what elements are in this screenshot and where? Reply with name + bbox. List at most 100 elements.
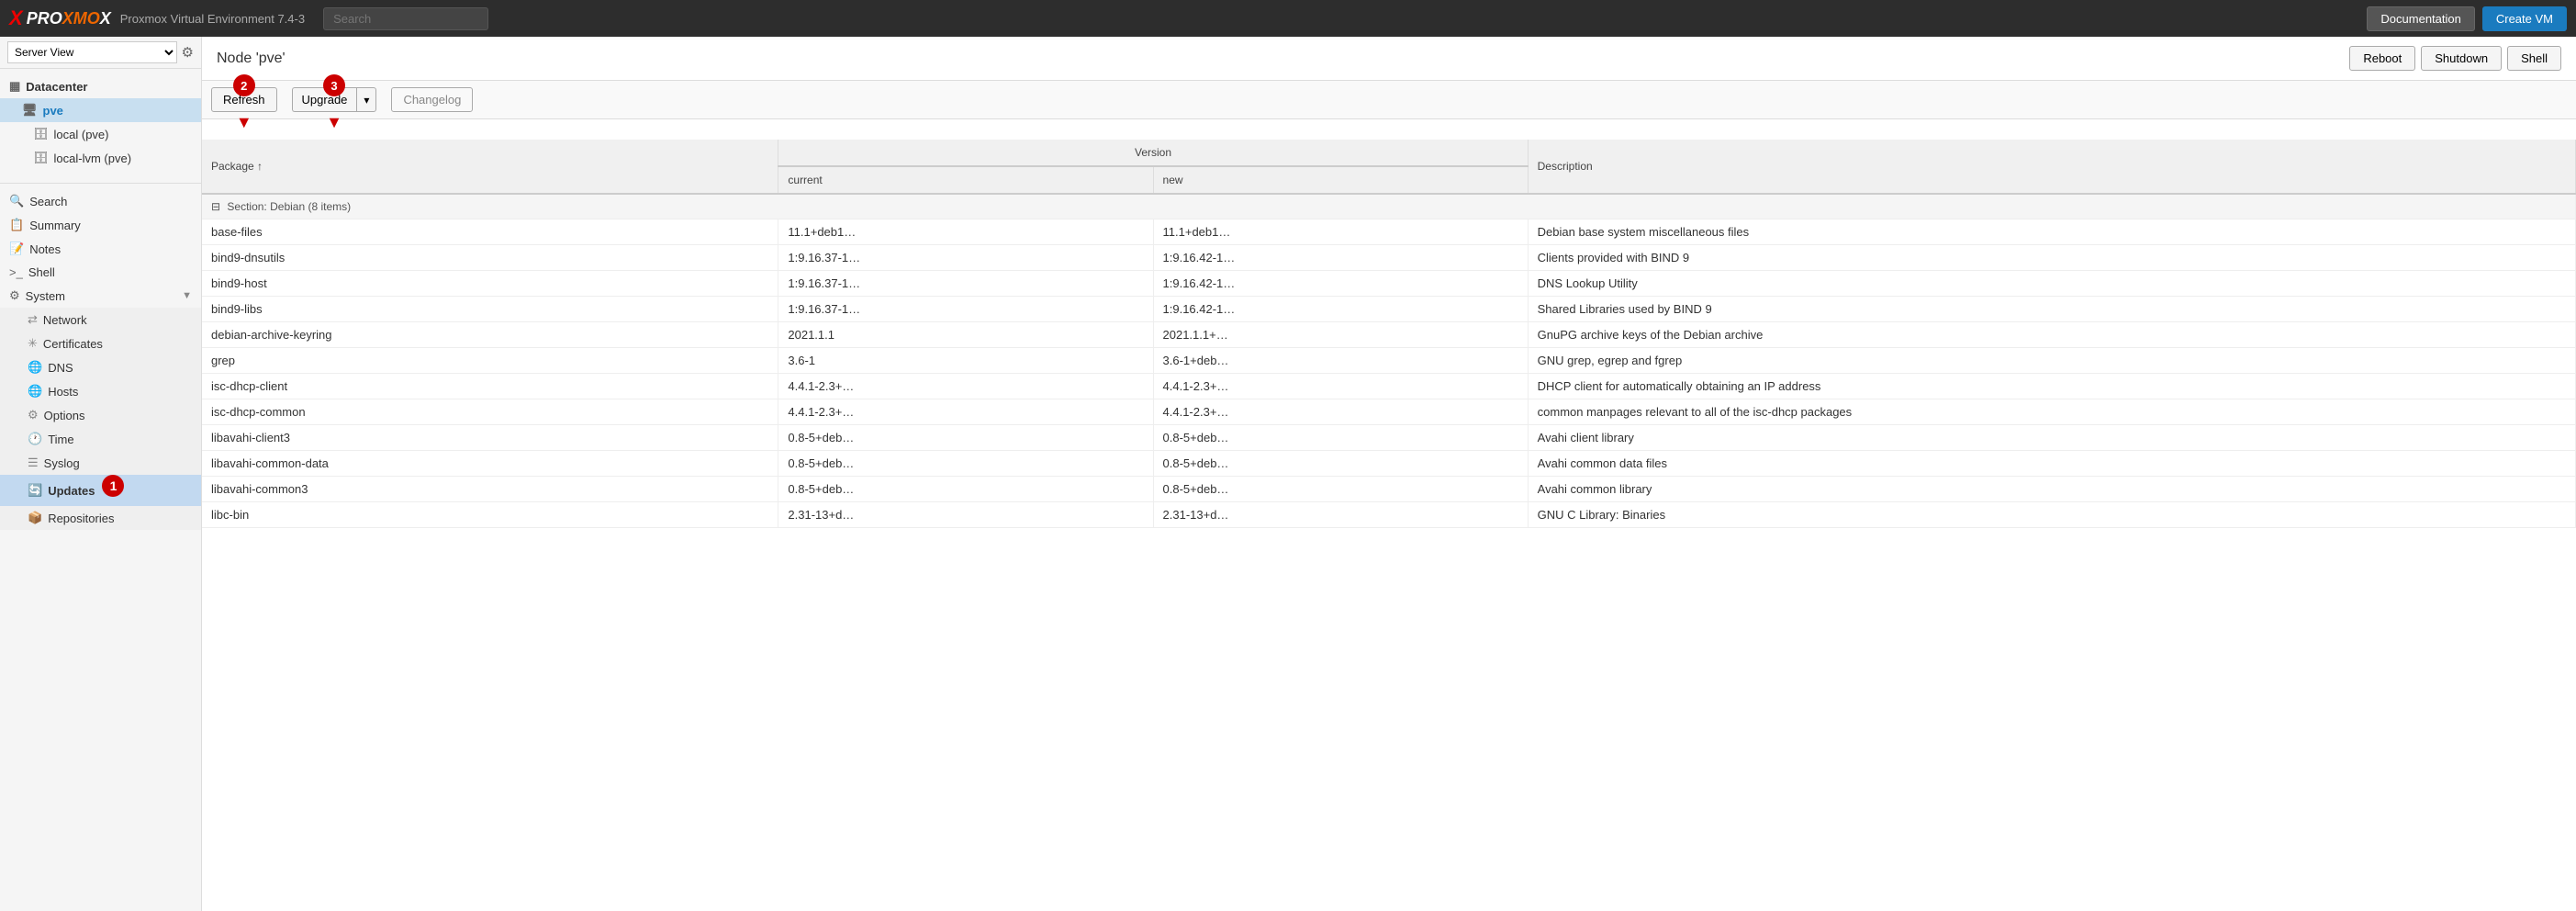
system-icon: ⚙ bbox=[9, 288, 20, 303]
sidebar-item-options[interactable]: ⚙ Options bbox=[0, 403, 201, 427]
global-search-input[interactable] bbox=[323, 7, 488, 30]
server-view-select[interactable]: Server View bbox=[7, 41, 177, 63]
dns-icon: 🌐 bbox=[28, 360, 42, 375]
cell-desc: DNS Lookup Utility bbox=[1528, 271, 2575, 297]
cell-desc: Avahi common data files bbox=[1528, 451, 2575, 477]
sidebar-item-time[interactable]: 🕐 Time bbox=[0, 427, 201, 451]
cell-desc: Avahi common library bbox=[1528, 477, 2575, 502]
cell-desc: Debian base system miscellaneous files bbox=[1528, 219, 2575, 245]
create-vm-button[interactable]: Create VM bbox=[2482, 6, 2567, 31]
table-row[interactable]: bind9-host 1:9.16.37-1… 1:9.16.42-1… DNS… bbox=[202, 271, 2576, 297]
search-bar bbox=[323, 7, 488, 30]
cell-desc: Clients provided with BIND 9 bbox=[1528, 245, 2575, 271]
col-header-package: Package ↑ bbox=[202, 140, 778, 194]
sidebar-item-updates[interactable]: 🔄 Updates 1 bbox=[0, 475, 201, 506]
cert-icon: ✳ bbox=[28, 336, 38, 351]
datacenter-icon: ▦ bbox=[9, 79, 20, 94]
sidebar-item-pve[interactable]: 🖥 pve bbox=[0, 98, 201, 122]
sidebar-item-network[interactable]: ⇄ Network bbox=[0, 308, 201, 332]
table-row[interactable]: grep 3.6-1 3.6-1+deb… GNU grep, egrep an… bbox=[202, 348, 2576, 374]
sidebar-item-system[interactable]: ⚙ System ▼ bbox=[0, 284, 201, 308]
table-row[interactable]: debian-archive-keyring 2021.1.1 2021.1.1… bbox=[202, 322, 2576, 348]
table-group-row: ⊟ Section: Debian (8 items) bbox=[202, 194, 2576, 219]
cell-desc: DHCP client for automatically obtaining … bbox=[1528, 374, 2575, 399]
col-header-desc: Description bbox=[1528, 140, 2575, 194]
cell-new: 2.31-13+d… bbox=[1153, 502, 1528, 528]
cell-current: 0.8-5+deb… bbox=[778, 477, 1153, 502]
page-title: Node 'pve' bbox=[217, 51, 286, 67]
topbar-right: Documentation Create VM bbox=[2367, 6, 2567, 31]
table-row[interactable]: bind9-dnsutils 1:9.16.37-1… 1:9.16.42-1…… bbox=[202, 245, 2576, 271]
shutdown-button[interactable]: Shutdown bbox=[2421, 46, 2502, 71]
cell-desc: Shared Libraries used by BIND 9 bbox=[1528, 297, 2575, 322]
cell-new: 0.8-5+deb… bbox=[1153, 425, 1528, 451]
upgrade-wrapper: Upgrade ▾ 3 ▼ bbox=[292, 87, 377, 112]
server-view-gear-icon[interactable]: ⚙ bbox=[182, 44, 194, 61]
cell-package: debian-archive-keyring bbox=[202, 322, 778, 348]
table-row[interactable]: libc-bin 2.31-13+d… 2.31-13+d… GNU C Lib… bbox=[202, 502, 2576, 528]
logo-x: X bbox=[9, 6, 23, 30]
logo: X PROXMOX Proxmox Virtual Environment 7.… bbox=[9, 6, 305, 30]
col-header-current: current bbox=[778, 166, 1153, 194]
repo-icon: 📦 bbox=[28, 511, 42, 525]
table-row[interactable]: libavahi-client3 0.8-5+deb… 0.8-5+deb… A… bbox=[202, 425, 2576, 451]
table-row[interactable]: isc-dhcp-client 4.4.1-2.3+… 4.4.1-2.3+… … bbox=[202, 374, 2576, 399]
cell-new: 3.6-1+deb… bbox=[1153, 348, 1528, 374]
cell-package: bind9-dnsutils bbox=[202, 245, 778, 271]
toolbar: Refresh 2 ▼ Upgrade ▾ 3 ▼ Changelog bbox=[202, 81, 2576, 119]
cell-current: 1:9.16.37-1… bbox=[778, 297, 1153, 322]
cell-desc: GNU C Library: Binaries bbox=[1528, 502, 2575, 528]
cell-package: bind9-host bbox=[202, 271, 778, 297]
annotation-3: 3 bbox=[323, 74, 345, 96]
sidebar-item-certificates[interactable]: ✳ Certificates bbox=[0, 332, 201, 355]
sidebar-item-repositories[interactable]: 📦 Repositories bbox=[0, 506, 201, 530]
sidebar-item-syslog[interactable]: ☰ Syslog bbox=[0, 451, 201, 475]
sidebar-item-local[interactable]: 🗄 local (pve) bbox=[0, 122, 201, 146]
documentation-button[interactable]: Documentation bbox=[2367, 6, 2474, 31]
table-row[interactable]: base-files 11.1+deb1… 11.1+deb1… Debian … bbox=[202, 219, 2576, 245]
logo-text: PROXMOX bbox=[27, 9, 111, 28]
table-row[interactable]: isc-dhcp-common 4.4.1-2.3+… 4.4.1-2.3+… … bbox=[202, 399, 2576, 425]
upgrade-dropdown-button[interactable]: ▾ bbox=[356, 87, 376, 112]
table-row[interactable]: libavahi-common-data 0.8-5+deb… 0.8-5+de… bbox=[202, 451, 2576, 477]
pve-icon: 🖥 bbox=[22, 103, 38, 118]
sidebar-item-local-lvm[interactable]: 🗄 local-lvm (pve) bbox=[0, 146, 201, 170]
cell-current: 4.4.1-2.3+… bbox=[778, 399, 1153, 425]
sidebar-item-datacenter[interactable]: ▦ Datacenter bbox=[0, 74, 201, 98]
nav-menu: 🔍 Search 📋 Summary 📝 Notes >_ Shell ⚙ Sy… bbox=[0, 184, 201, 535]
col-header-version: Version bbox=[778, 140, 1528, 166]
cell-new: 0.8-5+deb… bbox=[1153, 477, 1528, 502]
sidebar-item-notes[interactable]: 📝 Notes bbox=[0, 237, 201, 261]
annotation-2: 2 bbox=[233, 74, 255, 96]
cell-package: bind9-libs bbox=[202, 297, 778, 322]
group-collapse-icon[interactable]: ⊟ bbox=[211, 200, 220, 213]
cell-new: 1:9.16.42-1… bbox=[1153, 297, 1528, 322]
table-body: ⊟ Section: Debian (8 items) base-files 1… bbox=[202, 194, 2576, 528]
table-row[interactable]: libavahi-common3 0.8-5+deb… 0.8-5+deb… A… bbox=[202, 477, 2576, 502]
cell-desc: Avahi client library bbox=[1528, 425, 2575, 451]
sidebar-item-dns[interactable]: 🌐 DNS bbox=[0, 355, 201, 379]
reboot-button[interactable]: Reboot bbox=[2349, 46, 2415, 71]
topbar: X PROXMOX Proxmox Virtual Environment 7.… bbox=[0, 0, 2576, 37]
sidebar-item-hosts[interactable]: 🌐 Hosts bbox=[0, 379, 201, 403]
sidebar-item-summary[interactable]: 📋 Summary bbox=[0, 213, 201, 237]
cell-current: 4.4.1-2.3+… bbox=[778, 374, 1153, 399]
logo-ve: Proxmox Virtual Environment 7.4-3 bbox=[120, 12, 305, 26]
changelog-button[interactable]: Changelog bbox=[391, 87, 473, 112]
cell-current: 0.8-5+deb… bbox=[778, 451, 1153, 477]
cell-desc: GnuPG archive keys of the Debian archive bbox=[1528, 322, 2575, 348]
cell-new: 4.4.1-2.3+… bbox=[1153, 374, 1528, 399]
content-area: Node 'pve' Reboot Shutdown Shell Refresh… bbox=[202, 37, 2576, 911]
cell-package: libavahi-common3 bbox=[202, 477, 778, 502]
table-row[interactable]: bind9-libs 1:9.16.37-1… 1:9.16.42-1… Sha… bbox=[202, 297, 2576, 322]
sidebar-item-search[interactable]: 🔍 Search bbox=[0, 189, 201, 213]
updates-table-container: Package ↑ Version Description current bbox=[202, 140, 2576, 911]
cell-package: isc-dhcp-client bbox=[202, 374, 778, 399]
updates-table: Package ↑ Version Description current bbox=[202, 140, 2576, 528]
col-header-new: new bbox=[1153, 166, 1528, 194]
shell-button[interactable]: Shell bbox=[2507, 46, 2561, 71]
updates-icon: 🔄 bbox=[28, 483, 42, 498]
sidebar-item-shell[interactable]: >_ Shell bbox=[0, 261, 201, 284]
cell-new: 1:9.16.42-1… bbox=[1153, 271, 1528, 297]
cell-new: 0.8-5+deb… bbox=[1153, 451, 1528, 477]
